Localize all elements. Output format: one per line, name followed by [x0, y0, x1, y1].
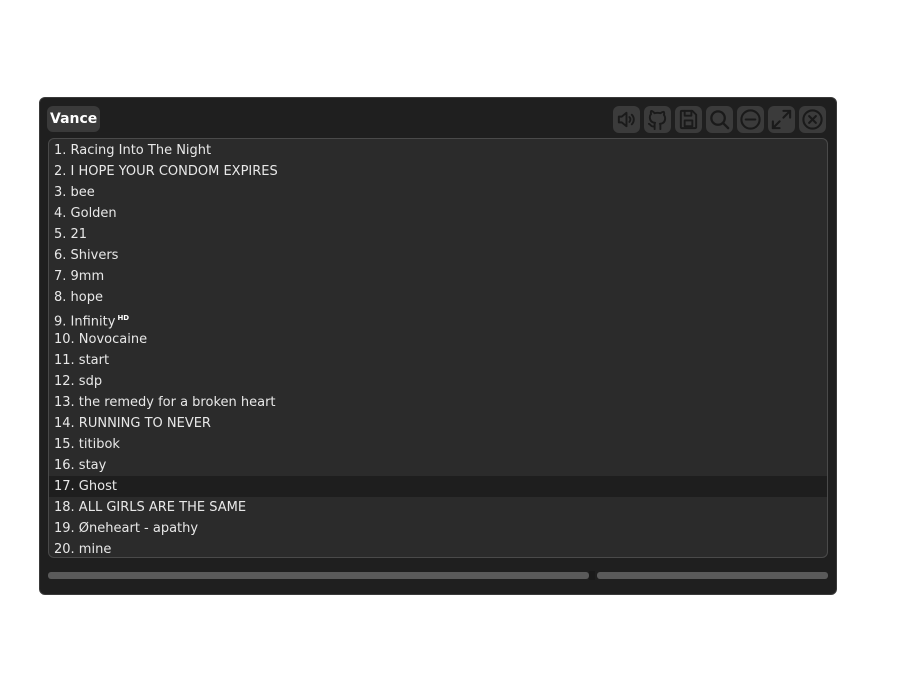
- playlist-item-label: 7. 9mm: [54, 269, 105, 284]
- playlist-item[interactable]: 14. RUNNING TO NEVER: [49, 413, 827, 434]
- minimize-button[interactable]: [737, 106, 764, 133]
- playlist-item[interactable]: 2. I HOPE YOUR CONDOM EXPIRES: [49, 161, 827, 182]
- playlist-item[interactable]: 12. sdp: [49, 371, 827, 392]
- playlist-item-label: 5. 21: [54, 227, 88, 242]
- playlist-item[interactable]: 3. bee: [49, 182, 827, 203]
- playlist-item-label: 9. Infinity: [54, 314, 116, 330]
- playlist-item[interactable]: 17. Ghost: [49, 476, 827, 497]
- seek-handle[interactable]: [589, 571, 595, 580]
- playlist-item-label: 18. ALL GIRLS ARE THE SAME: [54, 500, 247, 515]
- playlist-item[interactable]: 9. Infinity HD: [49, 308, 827, 329]
- close-button[interactable]: [799, 106, 826, 133]
- minimize-icon: [740, 109, 761, 130]
- playlist-item[interactable]: 16. stay: [49, 455, 827, 476]
- playlist-item-label: 3. bee: [54, 185, 95, 200]
- search-button[interactable]: [706, 106, 733, 133]
- playlist-item[interactable]: 1. Racing Into The Night: [49, 140, 827, 161]
- playlist-item-label: 4. Golden: [54, 206, 117, 221]
- playlist-item[interactable]: 18. ALL GIRLS ARE THE SAME: [49, 497, 827, 518]
- maximize-icon: [771, 109, 792, 130]
- github-icon: [647, 110, 667, 131]
- playlist-item[interactable]: 6. Shivers: [49, 245, 827, 266]
- playlist-item-label: 6. Shivers: [54, 248, 119, 263]
- save-icon: [679, 109, 698, 130]
- playlist-item[interactable]: 11. start: [49, 350, 827, 371]
- playlist-item-label: 17. Ghost: [54, 479, 117, 494]
- playlist-item[interactable]: 13. the remedy for a broken heart: [49, 392, 827, 413]
- player-window: Vance 1. Racing Into The Night 2. I HOPE…: [39, 97, 837, 595]
- playlist-item-label: 19. Øneheart - apathy: [54, 521, 199, 536]
- playlist-item-label: 12. sdp: [54, 374, 103, 389]
- window-title: Vance: [47, 106, 101, 132]
- playlist-item[interactable]: 7. 9mm: [49, 266, 827, 287]
- hd-badge: HD: [117, 314, 130, 322]
- playlist-item[interactable]: 10. Novocaine: [49, 329, 827, 350]
- playlist-item-label: 14. RUNNING TO NEVER: [54, 416, 211, 431]
- playlist-item-label: 1. Racing Into The Night: [54, 143, 212, 158]
- playlist-item[interactable]: 8. hope: [49, 287, 827, 308]
- search-icon: [710, 110, 730, 130]
- volume-slider[interactable]: [597, 572, 828, 579]
- playlist-item-label: 15. titibok: [54, 437, 120, 452]
- playlist-item[interactable]: 15. titibok: [49, 434, 827, 455]
- playlist-item-label: 8. hope: [54, 290, 103, 305]
- close-icon: [802, 109, 823, 130]
- volume-icon: [617, 111, 635, 128]
- seek-bar[interactable]: [48, 572, 589, 579]
- volume-button[interactable]: [613, 106, 640, 133]
- playlist-item-label: 2. I HOPE YOUR CONDOM EXPIRES: [54, 164, 278, 179]
- playlist-item-label: 16. stay: [54, 458, 107, 473]
- playlist-item-label: 11. start: [54, 353, 110, 368]
- playlist-item-label: 10. Novocaine: [54, 332, 148, 347]
- playlist-item[interactable]: 20. mine: [49, 539, 827, 557]
- playlist-item[interactable]: 19. Øneheart - apathy: [49, 518, 827, 539]
- playlist-item[interactable]: 4. Golden: [49, 203, 827, 224]
- save-button[interactable]: [675, 106, 702, 133]
- maximize-button[interactable]: [768, 106, 795, 133]
- playlist-item[interactable]: 5. 21: [49, 224, 827, 245]
- playlist: 1. Racing Into The Night 2. I HOPE YOUR C…: [48, 138, 828, 558]
- playlist-item-label: 13. the remedy for a broken heart: [54, 395, 276, 410]
- github-button[interactable]: [644, 106, 671, 133]
- playlist-item-label: 20. mine: [54, 542, 112, 557]
- toolbar: [613, 106, 826, 133]
